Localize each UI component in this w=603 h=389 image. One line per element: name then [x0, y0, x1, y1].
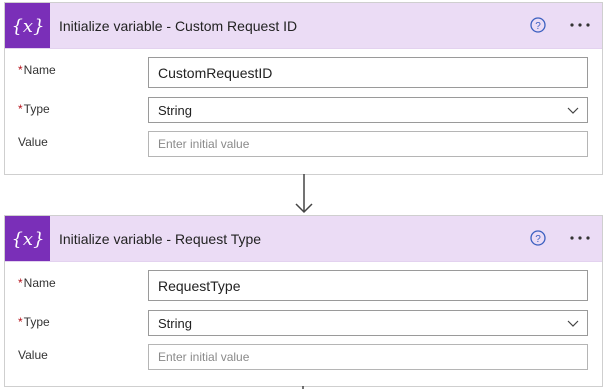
type-label: *Type [18, 315, 50, 329]
type-label: *Type [18, 102, 50, 116]
value-placeholder: Enter initial value [158, 350, 250, 364]
required-marker: * [18, 102, 23, 116]
svg-text:{𝑥}: {𝑥} [11, 16, 44, 37]
help-icon[interactable]: ? [530, 17, 546, 33]
card-title: Initialize variable - Request Type [59, 230, 262, 247]
required-marker: * [18, 315, 23, 329]
value-field[interactable]: Enter initial value [148, 131, 588, 157]
svg-text:?: ? [535, 234, 541, 245]
type-value: String [158, 315, 192, 331]
value-label: Value [18, 135, 48, 149]
value-label: Value [18, 348, 48, 362]
card-title: Initialize variable - Custom Request ID [59, 17, 298, 34]
chevron-down-icon [567, 320, 579, 327]
chevron-down-icon [567, 107, 579, 114]
type-value: String [158, 102, 192, 118]
name-label: *Name [18, 276, 56, 290]
name-label: *Name [18, 63, 56, 77]
action-card-request-type: {𝑥} Initialize variable - Request Type ?… [4, 215, 603, 387]
name-value: RequestType [158, 277, 241, 294]
svg-text:{𝑥}: {𝑥} [11, 229, 44, 250]
type-select[interactable]: String [148, 310, 588, 336]
card-header[interactable]: {𝑥} Initialize variable - Request Type ? [5, 216, 602, 262]
required-marker: * [18, 63, 23, 77]
name-field[interactable]: CustomRequestID [148, 57, 588, 88]
down-arrow-icon [295, 174, 313, 214]
required-marker: * [18, 276, 23, 290]
value-field[interactable]: Enter initial value [148, 344, 588, 370]
type-select[interactable]: String [148, 97, 588, 123]
svg-text:?: ? [535, 21, 541, 32]
name-field[interactable]: RequestType [148, 270, 588, 301]
card-header[interactable]: {𝑥} Initialize variable - Custom Request… [5, 3, 602, 49]
variable-icon: {𝑥} [5, 216, 50, 261]
more-options-icon[interactable] [569, 229, 591, 247]
value-placeholder: Enter initial value [158, 137, 250, 151]
help-icon[interactable]: ? [530, 230, 546, 246]
action-card-custom-request-id: {𝑥} Initialize variable - Custom Request… [4, 2, 603, 175]
name-value: CustomRequestID [158, 64, 273, 81]
variable-icon: {𝑥} [5, 3, 50, 48]
more-options-icon[interactable] [569, 16, 591, 34]
